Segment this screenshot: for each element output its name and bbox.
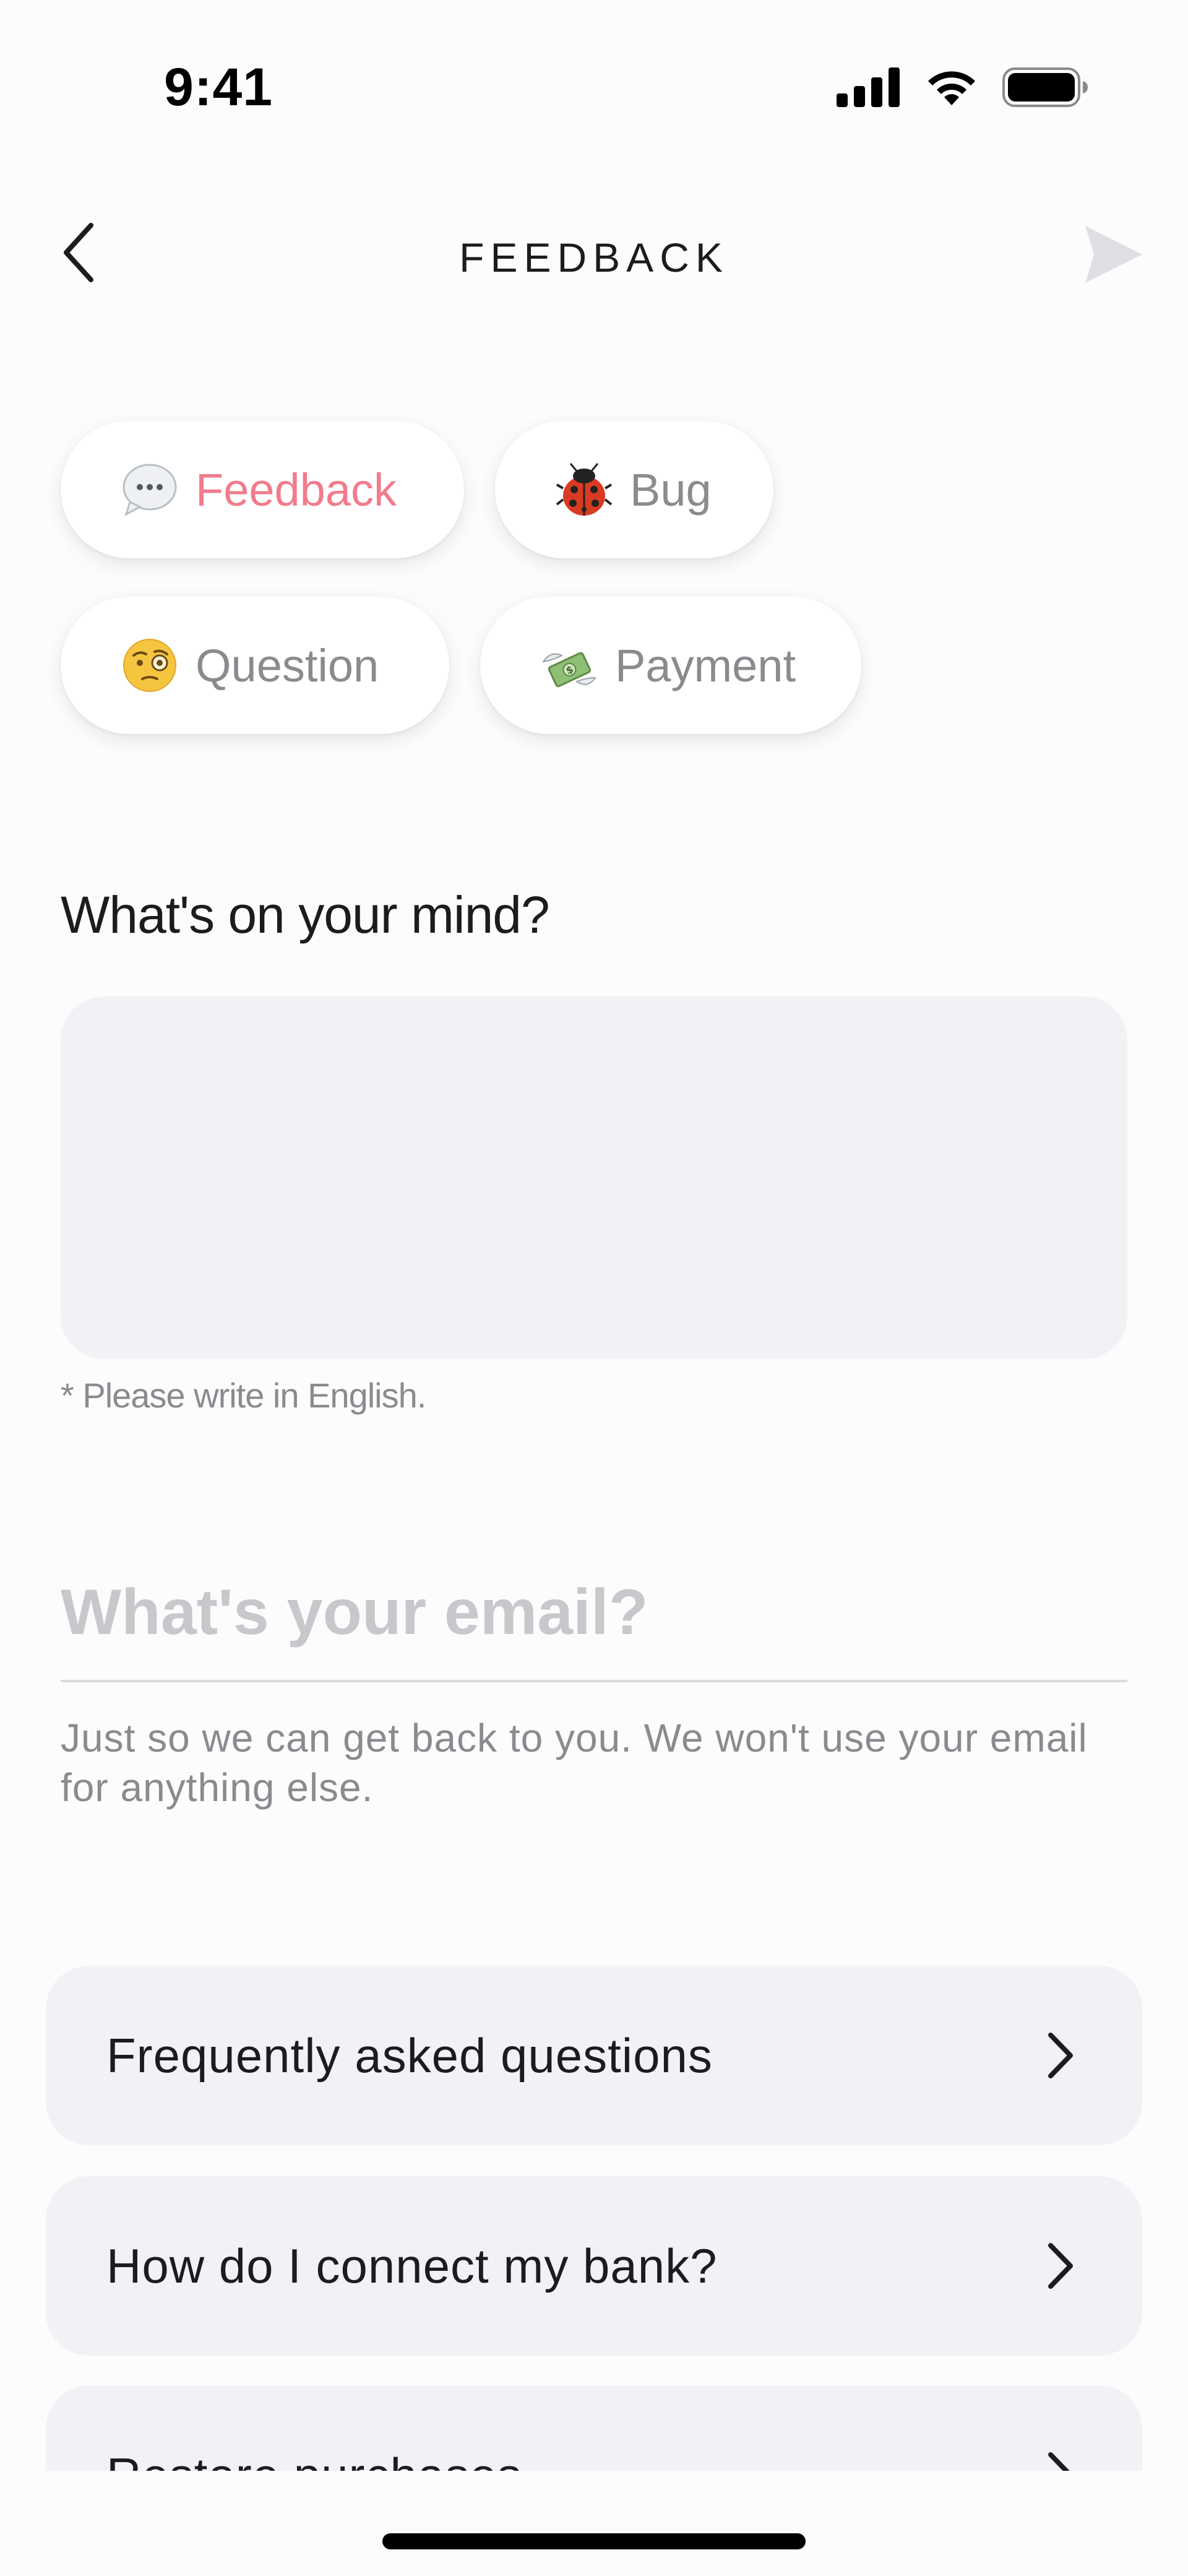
category-chip-label: Question — [196, 639, 379, 691]
help-link-connect-bank[interactable]: How do I connect my bank? — [46, 2176, 1142, 2356]
category-chip-payment[interactable]: $ Payment — [480, 597, 861, 734]
category-chip-label: Payment — [615, 639, 796, 691]
email-underline — [61, 1680, 1127, 1682]
help-link-faq[interactable]: Frequently asked questions — [46, 1966, 1142, 2145]
feedback-screen: 9:41 FEEDBACK Feedback Bug Question $ Pa… — [0, 0, 1188, 2576]
category-chip-label: Bug — [630, 464, 712, 516]
message-textarea[interactable] — [61, 996, 1127, 1359]
chevron-right-icon — [1031, 2238, 1087, 2294]
status-icons — [837, 67, 1089, 111]
chip-row: Feedback Bug — [61, 421, 773, 558]
help-link-label: How do I connect my bank? — [106, 2239, 718, 2293]
bottom-safe-area — [0, 2471, 1188, 2576]
nav-bar: FEEDBACK — [0, 204, 1188, 303]
help-link-label: Frequently asked questions — [106, 2028, 713, 2083]
send-icon — [1083, 223, 1145, 288]
chip-row: Question $ Payment — [61, 597, 861, 734]
ladybug-icon — [556, 461, 613, 518]
chevron-right-icon — [1031, 2028, 1087, 2083]
message-heading: What's on your mind? — [61, 886, 550, 944]
battery-icon — [1002, 67, 1089, 110]
speech-bubble-icon — [121, 461, 178, 518]
home-indicator[interactable] — [382, 2533, 806, 2549]
cellular-signal-icon — [837, 67, 901, 110]
page-title: FEEDBACK — [459, 235, 729, 280]
message-hint: * Please write in English. — [61, 1376, 426, 1415]
category-chip-bug[interactable]: Bug — [495, 421, 773, 558]
wifi-icon — [923, 67, 980, 111]
monocle-face-icon — [121, 637, 178, 694]
email-hint: Just so we can get back to you. We won't… — [61, 1716, 1088, 1810]
category-chip-label: Feedback — [196, 464, 397, 516]
status-bar: 9:41 — [0, 0, 1188, 161]
category-chip-feedback[interactable]: Feedback — [61, 421, 464, 558]
email-field[interactable] — [61, 1566, 1127, 1659]
category-chip-question[interactable]: Question — [61, 597, 449, 734]
status-time: 9:41 — [164, 58, 273, 117]
money-with-wings-icon: $ — [541, 637, 598, 694]
send-button[interactable] — [1077, 222, 1151, 290]
